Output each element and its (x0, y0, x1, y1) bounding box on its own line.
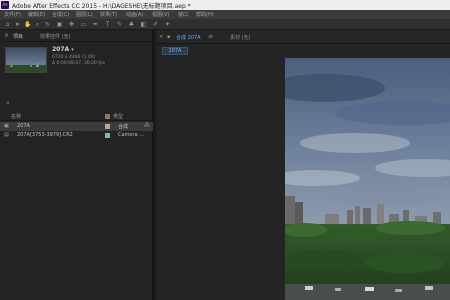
type-tool-icon[interactable]: T (104, 21, 111, 28)
column-headers: 名称 类型 (0, 112, 153, 121)
menu-window[interactable]: 窗口 (178, 11, 188, 18)
project-panel: × 项目 效果控件 (无) 207A ▾ 6720 x 4480 (1.00) … (0, 30, 153, 300)
roto-brush-tool-icon[interactable]: ✐ (152, 21, 159, 28)
footage-icon: ▤ (4, 132, 9, 138)
composition-icon: ▣ (4, 123, 9, 129)
item-name: 207A (17, 123, 30, 129)
clone-stamp-tool-icon[interactable]: ♣ (128, 21, 135, 28)
item-type: 合成 (118, 124, 129, 130)
label-swatch (105, 133, 110, 138)
list-item[interactable]: ▤ 207A[3753-3979].CR2 Camera ... (0, 131, 153, 140)
pan-behind-tool-icon[interactable]: ✥ (68, 21, 75, 28)
composition-panel: × ▪ 合成 207A ≡ 素材 (无) 207A (156, 30, 450, 300)
menu-layer[interactable]: 图层(L) (76, 11, 93, 18)
eraser-tool-icon[interactable]: ◧ (140, 21, 147, 28)
menu-composition[interactable]: 合成(C) (52, 11, 69, 18)
label-column-icon[interactable] (105, 114, 110, 119)
rectangle-tool-icon[interactable]: ▭ (80, 21, 87, 28)
menu-animation[interactable]: 动画(A) (126, 11, 143, 18)
window-title: Adobe After Effects CC 2015 - H:\DAGESHE… (12, 3, 191, 10)
composition-breadcrumb[interactable]: 207A (162, 47, 188, 55)
close-icon[interactable]: × (4, 32, 9, 39)
pen-tool-icon[interactable]: ✒ (92, 21, 99, 28)
zoom-tool-icon[interactable]: ⌕ (34, 21, 41, 28)
viewer-image (285, 58, 450, 300)
selected-item-duration: Δ 0;00;08;07, 30.00 fps (52, 61, 106, 66)
tab-composition[interactable]: 合成 207A (176, 34, 201, 41)
after-effects-logo-icon: Ae (1, 1, 9, 9)
composition-viewer[interactable] (285, 58, 450, 300)
tools-bar: ⌂ ➤ ✋ ⌕ ↻ ▣ ✥ ▭ ✒ T ✎ ♣ ◧ ✐ ✦ (0, 19, 450, 30)
flowchart-icon[interactable]: ⁂ (144, 122, 151, 129)
menu-help[interactable]: 帮助(H) (196, 11, 214, 18)
menu-bar: 文件(F) 编辑(E) 合成(C) 图层(L) 效果(T) 动画(A) 视图(V… (0, 10, 450, 19)
lock-icon[interactable]: ▪ (167, 34, 170, 40)
hand-tool-icon[interactable]: ✋ (24, 21, 31, 28)
selected-item-dimensions: 6720 x 4480 (1.00) (52, 55, 96, 60)
dropdown-arrow-icon[interactable]: ▾ (71, 47, 74, 53)
tab-project[interactable]: 项目 (13, 33, 23, 40)
menu-edit[interactable]: 编辑(E) (28, 11, 45, 18)
menu-effect[interactable]: 效果(T) (100, 11, 117, 18)
brush-tool-icon[interactable]: ✎ (116, 21, 123, 28)
close-icon[interactable]: × (159, 34, 163, 40)
puppet-pin-tool-icon[interactable]: ✦ (164, 21, 171, 28)
selection-tool-icon[interactable]: ➤ (14, 21, 21, 28)
column-header-name[interactable]: 名称 (11, 113, 21, 120)
item-type: Camera ... (118, 132, 144, 138)
rotate-tool-icon[interactable]: ↻ (44, 21, 51, 28)
item-name: 207A[3753-3979].CR2 (17, 132, 73, 138)
home-icon[interactable]: ⌂ (4, 21, 11, 28)
selected-item-name: 207A ▾ (52, 46, 74, 53)
composition-breadcrumb-label: 207A (168, 48, 182, 54)
column-header-type[interactable]: 类型 (113, 113, 123, 120)
composition-tabbar: × ▪ 合成 207A ≡ 素材 (无) (156, 30, 450, 44)
search-icon: ⌕ (6, 99, 10, 107)
title-bar: Ae Adobe After Effects CC 2015 - H:\DAGE… (0, 0, 450, 10)
menu-lines-icon[interactable]: ≡ (208, 33, 213, 40)
tab-effect-controls[interactable]: 效果控件 (无) (40, 33, 71, 40)
panel-divider (0, 41, 153, 42)
menu-view[interactable]: 视图(V) (152, 11, 169, 18)
tab-footage[interactable]: 素材 (无) (230, 34, 251, 41)
list-item[interactable]: ▣ 207A 合成 (0, 122, 153, 131)
menu-file[interactable]: 文件(F) (4, 11, 21, 18)
selected-item-name-text: 207A (52, 46, 70, 53)
camera-tool-icon[interactable]: ▣ (56, 21, 63, 28)
label-swatch (105, 124, 110, 129)
search-input[interactable]: ⌕ (3, 98, 150, 108)
item-thumbnail (5, 47, 47, 73)
